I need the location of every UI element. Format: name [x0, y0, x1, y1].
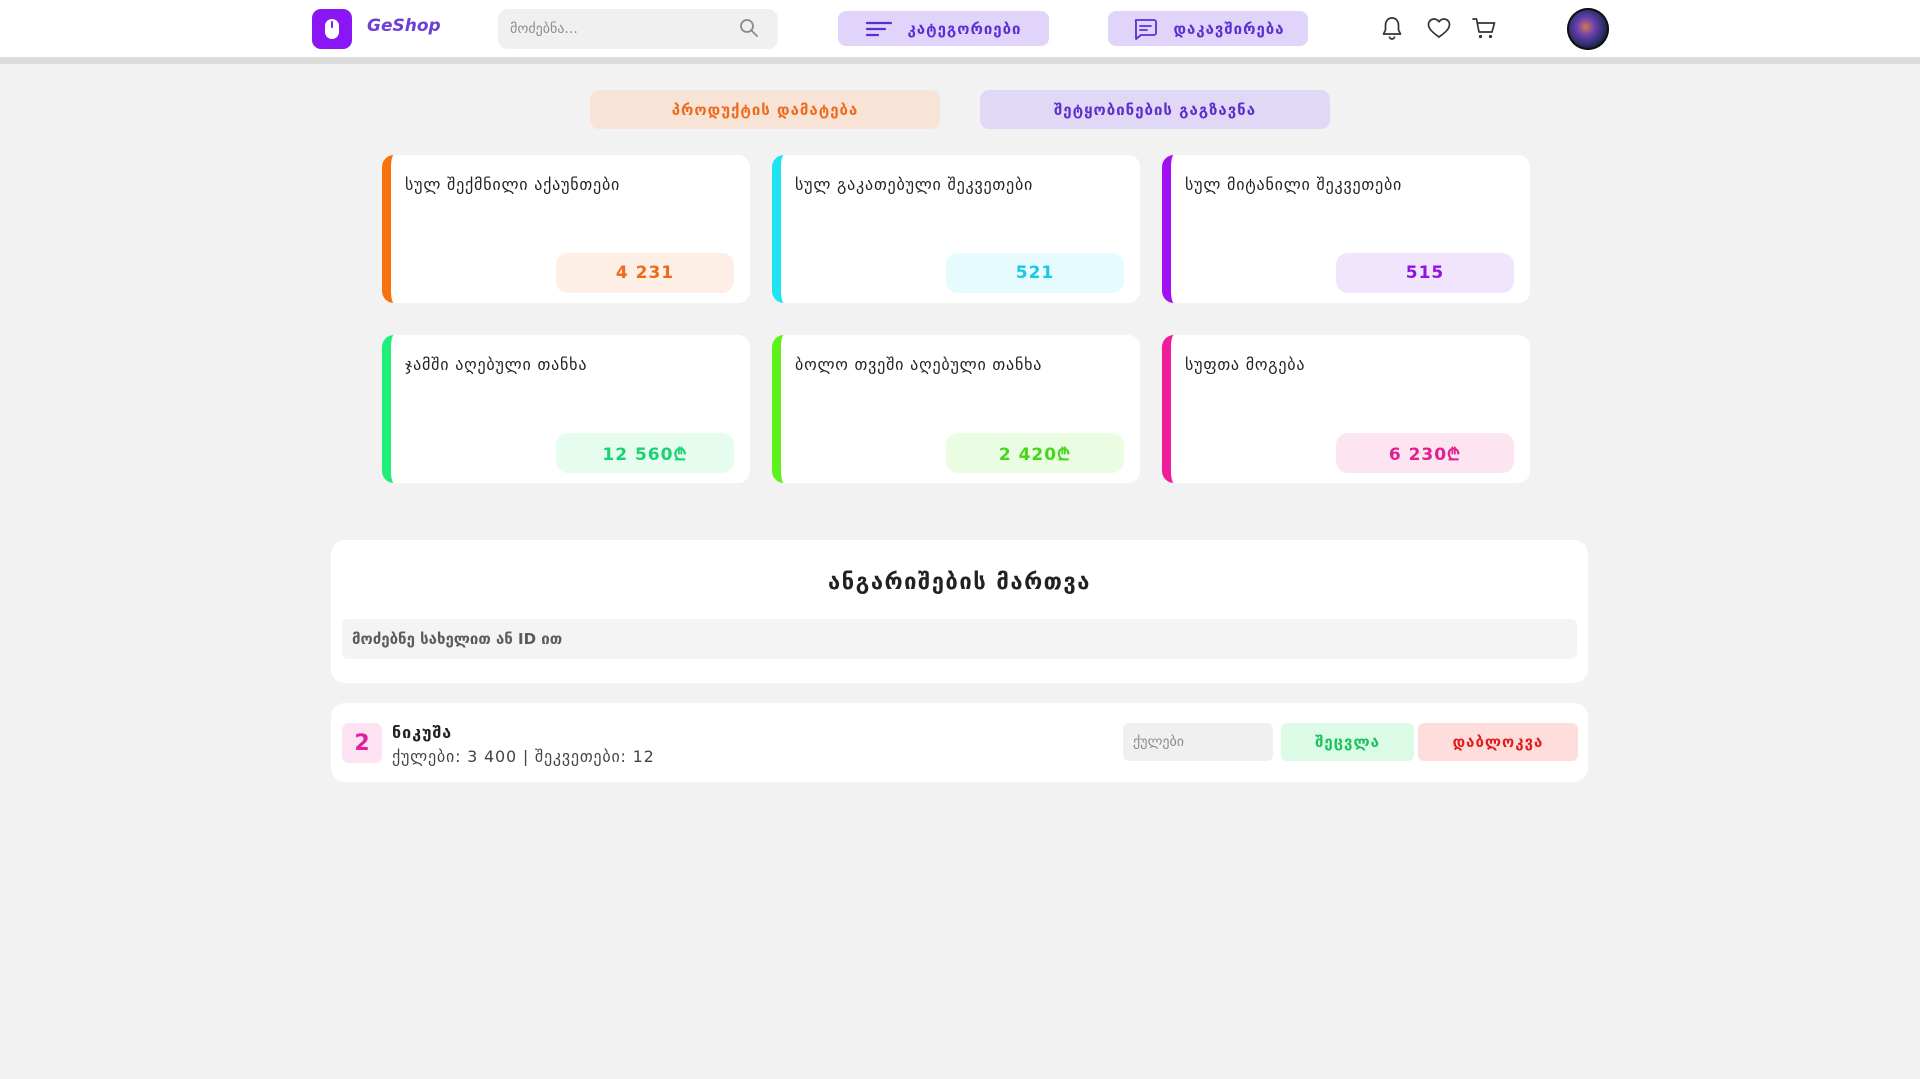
stat-value-badge: 4 231: [556, 253, 734, 293]
points-input[interactable]: [1123, 723, 1273, 761]
categories-label: კატეგორიები: [907, 19, 1022, 38]
contact-label: დაკავშირება: [1173, 19, 1285, 38]
add-product-button[interactable]: პროდუქტის დამატება: [590, 90, 940, 129]
categories-button[interactable]: კატეგორიები: [838, 11, 1049, 46]
user-id-badge: 2: [342, 723, 382, 763]
stat-value-badge: 515: [1336, 253, 1514, 293]
stat-title: სუფთა მოგება: [1185, 355, 1306, 374]
stat-card-orders-made: სულ გაკათებული შეკვეთები 521: [772, 155, 1140, 303]
heart-icon[interactable]: [1425, 14, 1453, 42]
user-row: 2 ნიკუშა ქულები: 3 400 | შეკვეთები: 12 შ…: [331, 703, 1588, 782]
search-input[interactable]: [498, 9, 778, 49]
change-points-button[interactable]: შეცვლა: [1281, 723, 1414, 761]
user-meta: ქულები: 3 400 | შეკვეთები: 12: [392, 747, 655, 766]
block-user-button[interactable]: დაბლოკვა: [1418, 723, 1578, 761]
stat-card-orders-delivered: სულ მიტანილი შეკვეთები 515: [1162, 155, 1530, 303]
accounts-panel: ანგარიშების მართვა: [331, 540, 1588, 683]
stat-value-badge: 521: [946, 253, 1124, 293]
contact-button[interactable]: დაკავშირება: [1108, 11, 1308, 46]
user-name: ნიკუშა: [392, 723, 453, 742]
account-search-input[interactable]: [342, 619, 1577, 659]
accounts-title: ანგარიშების მართვა: [828, 570, 1091, 595]
send-message-button[interactable]: შეტყობინების გაგზავნა: [980, 90, 1330, 129]
menu-lines-icon: [866, 21, 893, 36]
cart-icon[interactable]: [1470, 14, 1498, 42]
stat-value-badge: 2 420₾: [946, 433, 1124, 473]
stat-title: ჯამში აღებული თანხა: [405, 355, 588, 374]
mouse-icon: [325, 19, 339, 39]
top-navbar: GeShop კატეგორიები დაკავშირება: [0, 0, 1920, 64]
stat-title: ბოლო თვეში აღებული თანხა: [795, 355, 1043, 374]
stat-value-badge: 6 230₾: [1336, 433, 1514, 473]
search-icon[interactable]: [739, 18, 759, 38]
stat-title: სულ გაკათებული შეკვეთები: [795, 175, 1034, 194]
stat-card-last-month-revenue: ბოლო თვეში აღებული თანხა 2 420₾: [772, 335, 1140, 483]
logo-mouse-icon[interactable]: [312, 9, 352, 49]
bell-icon[interactable]: [1378, 14, 1406, 42]
stat-card-total-revenue: ჯამში აღებული თანხა 12 560₾: [382, 335, 750, 483]
chat-icon: [1135, 18, 1158, 40]
user-avatar[interactable]: [1567, 8, 1609, 50]
brand-name[interactable]: GeShop: [367, 16, 441, 36]
stat-value-badge: 12 560₾: [556, 433, 734, 473]
stat-title: სულ შექმნილი აქაუნთები: [405, 175, 621, 194]
stat-card-net-profit: სუფთა მოგება 6 230₾: [1162, 335, 1530, 483]
stat-card-accounts: სულ შექმნილი აქაუნთები 4 231: [382, 155, 750, 303]
stat-title: სულ მიტანილი შეკვეთები: [1185, 175, 1403, 194]
